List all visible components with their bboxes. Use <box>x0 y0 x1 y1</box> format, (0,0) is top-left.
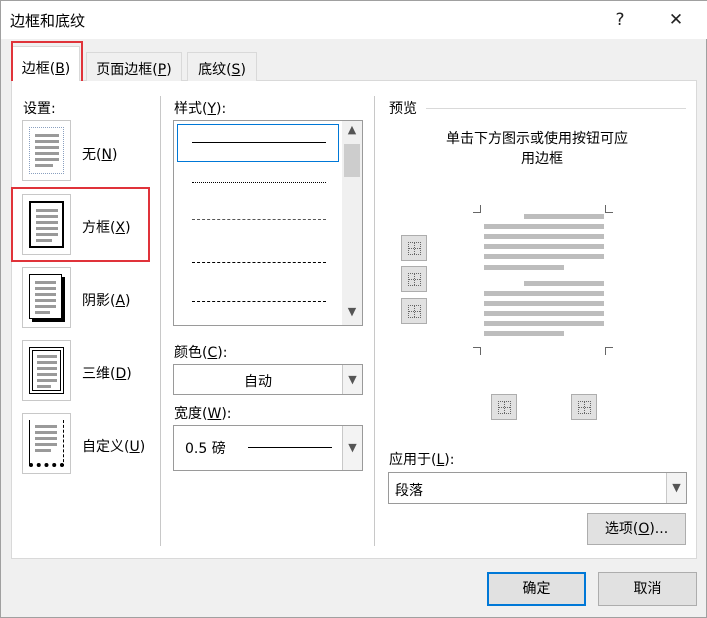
options-button[interactable]: 选项(O)... <box>587 513 686 545</box>
tab-page-border[interactable]: 页面边框(P) <box>86 52 182 81</box>
width-line-sample <box>248 447 332 448</box>
chevron-down-icon[interactable]: ▼ <box>666 473 686 503</box>
setting-custom-label[interactable]: 自定义(U) <box>82 436 145 456</box>
help-button[interactable]: ? <box>605 7 635 33</box>
settings-label: 设置: <box>23 101 56 117</box>
scroll-thumb[interactable] <box>344 144 360 177</box>
page-shadow-icon <box>29 274 62 319</box>
inside-horizontal-border-button[interactable] <box>401 266 427 292</box>
tab-shading-label: 底纹(S) <box>198 62 246 78</box>
border-grid-icon <box>578 401 591 414</box>
border-shading-dialog: 边框和底纹 ? ✕ 边框(B) 页面边框(P) 底纹(S) 设置: 无(N) 方… <box>0 0 707 618</box>
bottom-border-button[interactable] <box>401 298 427 324</box>
setting-none-label[interactable]: 无(N) <box>82 144 117 164</box>
right-border-button[interactable] <box>571 394 597 420</box>
width-value: 0.5 磅 <box>185 441 226 457</box>
preview-instruction-1: 单击下方图示或使用按钮可应 <box>446 131 628 147</box>
preview-instruction-2: 用边框 <box>521 151 563 167</box>
preview-divider <box>426 108 686 109</box>
style-selected-item[interactable] <box>177 124 339 162</box>
apply-to-dropdown[interactable]: 段落 ▼ <box>388 472 687 504</box>
tab-page-border-label: 页面边框(P) <box>96 62 172 78</box>
border-grid-icon <box>408 242 421 255</box>
separator-right <box>374 96 375 546</box>
setting-shadow-label[interactable]: 阴影(A) <box>82 290 131 310</box>
chevron-down-icon[interactable]: ▼ <box>342 365 362 394</box>
style-scrollbar[interactable]: ▲ ▼ <box>342 121 362 325</box>
cancel-button[interactable]: 取消 <box>598 572 697 606</box>
setting-3d-icon[interactable] <box>22 340 71 401</box>
style-option-dash-dot[interactable] <box>192 301 326 302</box>
style-option-dashed[interactable] <box>192 262 326 263</box>
color-label: 颜色(C): <box>174 345 228 361</box>
border-grid-icon <box>498 401 511 414</box>
page-3d-icon <box>29 347 64 394</box>
corner-mark <box>473 347 481 355</box>
dialog-title: 边框和底纹 <box>10 12 86 30</box>
highlight-box-setting <box>11 187 150 262</box>
setting-shadow-icon[interactable] <box>22 267 71 328</box>
page-none-icon <box>29 127 64 174</box>
setting-3d-label[interactable]: 三维(D) <box>82 363 132 383</box>
close-button[interactable]: ✕ <box>661 7 691 33</box>
separator-left <box>160 96 161 546</box>
preview-label: 预览 <box>389 101 417 117</box>
left-border-button[interactable] <box>491 394 517 420</box>
ok-button[interactable]: 确定 <box>487 572 586 606</box>
title-bar: 边框和底纹 ? ✕ <box>1 1 707 39</box>
apply-to-value: 段落 <box>395 483 423 499</box>
setting-none-icon[interactable] <box>22 120 71 181</box>
color-dropdown[interactable]: 自动 ▼ <box>173 364 363 395</box>
tab-shading[interactable]: 底纹(S) <box>187 52 257 81</box>
style-list[interactable]: ▲ ▼ <box>173 120 363 326</box>
apply-to-label: 应用于(L): <box>389 452 455 468</box>
corner-mark <box>473 205 481 213</box>
scroll-down-arrow-icon[interactable]: ▼ <box>342 305 362 323</box>
border-grid-icon <box>408 305 421 318</box>
corner-mark <box>605 205 613 213</box>
border-grid-icon <box>408 273 421 286</box>
style-option-fine-dash[interactable] <box>192 219 326 220</box>
setting-custom-icon[interactable] <box>22 413 71 474</box>
chevron-down-icon[interactable]: ▼ <box>342 426 362 470</box>
style-label: 样式(Y): <box>174 101 227 117</box>
width-dropdown[interactable]: 0.5 磅 ▼ <box>173 425 363 471</box>
top-border-button[interactable] <box>401 235 427 261</box>
corner-mark <box>605 347 613 355</box>
style-option-solid[interactable] <box>192 142 326 143</box>
highlight-tab-box <box>11 41 83 83</box>
color-value: 自动 <box>244 374 272 390</box>
style-option-dotted[interactable] <box>192 182 326 183</box>
width-label: 宽度(W): <box>174 406 232 422</box>
scroll-up-arrow-icon[interactable]: ▲ <box>342 123 362 141</box>
page-custom-icon <box>29 420 64 467</box>
